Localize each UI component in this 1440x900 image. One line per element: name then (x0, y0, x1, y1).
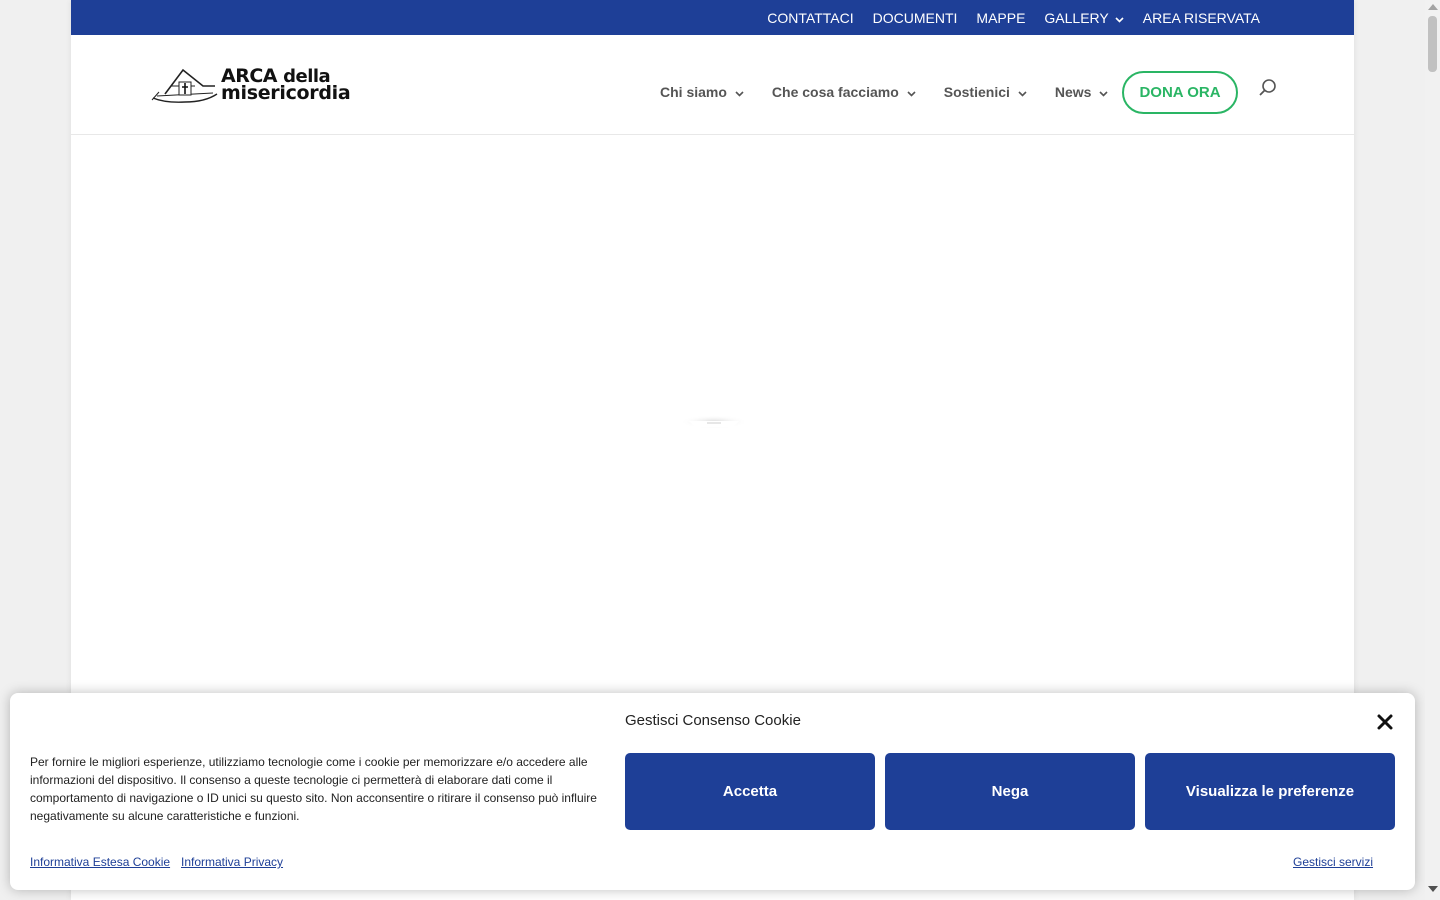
topbar-item-mappe[interactable]: MAPPE (976, 10, 1025, 26)
nav-item-label: Sostienici (943, 84, 1010, 100)
chevron-down-icon (907, 84, 916, 100)
cookie-policy-link[interactable]: Informativa Estesa Cookie (30, 855, 170, 869)
nav-item-sostienici[interactable]: Sostienici (944, 70, 1027, 100)
topbar-item-label: DOCUMENTI (872, 9, 958, 26)
close-icon[interactable] (1374, 711, 1396, 733)
main-nav: Chi siamo Che cosa facciamo Sostienici N… (660, 35, 1136, 135)
nav-item-label: News (1054, 84, 1092, 100)
search-icon[interactable] (1258, 78, 1278, 98)
site-logo[interactable]: ARCA della misericordia (151, 62, 351, 109)
topbar-item-contattaci[interactable]: CONTATTACI (767, 10, 853, 26)
vertical-scrollbar[interactable] (1425, 0, 1440, 900)
cookie-consent-banner: Gestisci Consenso Cookie Per fornire le … (10, 693, 1415, 890)
nav-item-label: Che cosa facciamo (771, 84, 899, 100)
topbar-item-documenti[interactable]: DOCUMENTI (873, 10, 958, 26)
chevron-down-icon (1115, 10, 1124, 26)
scroll-down-arrow-icon[interactable] (1428, 886, 1438, 892)
loading-spinner-icon (679, 413, 749, 431)
nav-item-news[interactable]: News (1055, 70, 1109, 100)
scroll-up-arrow-icon[interactable] (1428, 4, 1438, 10)
logo-wordmark: ARCA della misericordia (221, 67, 351, 104)
donate-button[interactable]: DONA ORA (1122, 71, 1238, 114)
topbar-item-area-riservata[interactable]: AREA RISERVATA (1143, 10, 1260, 26)
nav-item-che-cosa-facciamo[interactable]: Che cosa facciamo (772, 70, 916, 100)
scroll-thumb[interactable] (1428, 16, 1437, 72)
topbar-item-label: CONTATTACI (767, 9, 854, 26)
site-header: ARCA della misericordia Chi siamo Che co… (71, 35, 1354, 135)
cookie-title: Gestisci Consenso Cookie (625, 712, 801, 729)
manage-services-link[interactable]: Gestisci servizi (1293, 855, 1373, 869)
cookie-description: Per fornire le migliori esperienze, util… (30, 755, 597, 823)
chevron-down-icon (735, 84, 744, 100)
nav-item-chi-siamo[interactable]: Chi siamo (660, 70, 744, 100)
deny-button[interactable]: Nega (885, 753, 1135, 830)
topbar-item-label: AREA RISERVATA (1142, 9, 1260, 26)
top-bar-nav: CONTATTACI DOCUMENTI MAPPE GALLERY AREA … (767, 0, 1260, 35)
topbar-item-label: MAPPE (976, 9, 1026, 26)
accept-button[interactable]: Accetta (625, 753, 875, 830)
ark-logo-icon (151, 62, 219, 109)
logo-line2: misericordia (221, 82, 351, 104)
view-preferences-button[interactable]: Visualizza le preferenze (1145, 753, 1395, 830)
topbar-item-label: GALLERY (1044, 9, 1109, 26)
privacy-policy-link[interactable]: Informativa Privacy (181, 855, 283, 869)
top-bar: CONTATTACI DOCUMENTI MAPPE GALLERY AREA … (71, 0, 1354, 35)
topbar-item-gallery[interactable]: GALLERY (1044, 9, 1124, 26)
chevron-down-icon (1099, 84, 1109, 100)
nav-item-label: Chi siamo (660, 84, 727, 100)
chevron-down-icon (1018, 84, 1027, 100)
